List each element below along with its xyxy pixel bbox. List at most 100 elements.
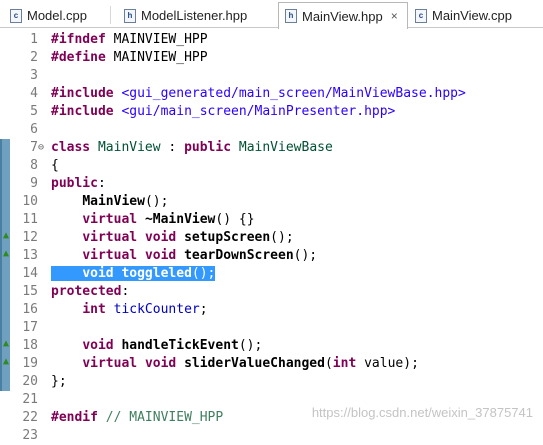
code-text: virtual void sliderValueChanged(int valu… xyxy=(82,356,419,371)
line-number: 17 xyxy=(22,320,38,335)
change-marker: ▲ xyxy=(0,229,10,247)
change-marker xyxy=(0,319,10,337)
change-marker xyxy=(0,301,10,319)
code-text: { xyxy=(51,158,59,173)
override-marker-icon: ▲ xyxy=(3,356,10,367)
code-editor[interactable]: 1 #ifndef MAINVIEW_HPP 2 #define MAINVIEW_H… xyxy=(0,28,543,443)
line-number: 19 xyxy=(22,356,38,371)
gutter xyxy=(0,427,10,445)
gutter xyxy=(0,121,10,139)
tab-label: MainView.hpp xyxy=(302,8,383,24)
line-number: 1 xyxy=(30,32,38,47)
tab-label: ModelListener.hpp xyxy=(141,8,248,23)
code-text: MainView(); xyxy=(82,194,169,209)
code-text: virtual void tearDownScreen(); xyxy=(82,248,318,263)
change-marker xyxy=(0,157,10,175)
change-marker: ▲ xyxy=(0,247,10,265)
code-line[interactable]: 9 public: xyxy=(0,175,543,193)
line-number: 18 xyxy=(22,338,38,353)
change-marker: ▲ xyxy=(0,337,10,355)
line-number: 8 xyxy=(30,158,38,173)
change-marker xyxy=(0,139,10,157)
code-line[interactable]: ▲ 13 virtual void tearDownScreen(); xyxy=(0,247,543,265)
editor-tab-bar: c Model.cpp h ModelListener.hpp h MainVi… xyxy=(0,0,543,29)
tab-modellistener-hpp[interactable]: h ModelListener.hpp xyxy=(124,3,247,28)
code-line[interactable]: 1 #ifndef MAINVIEW_HPP xyxy=(0,31,543,49)
line-number: 4 xyxy=(30,86,38,101)
code-line[interactable]: 10 MainView(); xyxy=(0,193,543,211)
gutter xyxy=(0,409,10,427)
line-number: 5 xyxy=(30,104,38,119)
code-text: public: xyxy=(51,176,106,191)
change-marker xyxy=(0,283,10,301)
code-text: }; xyxy=(51,374,67,389)
code-line[interactable]: 16 int tickCounter; xyxy=(0,301,543,319)
code-text: int tickCounter; xyxy=(82,302,208,317)
gutter xyxy=(0,67,10,85)
cpp-file-icon: c xyxy=(10,8,22,23)
code-line[interactable]: 15 protected: xyxy=(0,283,543,301)
code-line[interactable]: 11 virtual ~MainView() {} xyxy=(0,211,543,229)
line-number: 2 xyxy=(30,50,38,65)
override-marker-icon: ▲ xyxy=(3,230,10,241)
change-marker: ▲ xyxy=(0,355,10,373)
override-marker-icon: ▲ xyxy=(3,338,10,349)
code-line[interactable]: 2 #define MAINVIEW_HPP xyxy=(0,49,543,67)
gutter xyxy=(0,391,10,409)
code-line[interactable]: 7 ⊖ class MainView : public MainViewBase xyxy=(0,139,543,157)
code-line[interactable]: 6 xyxy=(0,121,543,139)
line-number: 15 xyxy=(22,284,38,299)
line-number: 6 xyxy=(30,122,38,137)
line-number: 21 xyxy=(22,392,38,407)
line-number: 7 xyxy=(30,140,38,155)
code-line[interactable]: 14 void toggleled(); xyxy=(0,265,543,283)
code-line[interactable]: 8{ xyxy=(0,157,543,175)
code-text: #define MAINVIEW_HPP xyxy=(51,50,208,65)
close-tab-icon[interactable]: × xyxy=(391,9,398,23)
code-text: virtual ~MainView() {} xyxy=(82,212,255,227)
change-marker xyxy=(0,175,10,193)
header-file-icon: h xyxy=(285,9,297,23)
code-text: void handleTickEvent(); xyxy=(82,338,263,353)
line-number: 20 xyxy=(22,374,38,389)
watermark-text: https://blog.csdn.net/weixin_37875741 xyxy=(311,405,533,420)
tab-mainview-hpp[interactable]: h MainView.hpp × xyxy=(278,2,408,29)
gutter xyxy=(0,85,10,103)
tab-mainview-cpp[interactable]: c MainView.cpp xyxy=(415,3,512,28)
gutter xyxy=(0,49,10,67)
tab-label: Model.cpp xyxy=(27,8,87,23)
tab-model-cpp[interactable]: c Model.cpp xyxy=(10,3,87,28)
line-number: 11 xyxy=(22,212,38,227)
line-number: 14 xyxy=(22,266,38,281)
code-line[interactable]: 4 #include <gui_generated/main_screen/Mai… xyxy=(0,85,543,103)
code-line[interactable]: 20}; xyxy=(0,373,543,391)
code-line[interactable]: 5 #include <gui/main_screen/MainPresenter… xyxy=(0,103,543,121)
line-number: 16 xyxy=(22,302,38,317)
code-line[interactable]: 23 xyxy=(0,427,543,445)
code-text: class MainView : public MainViewBase xyxy=(51,140,333,155)
line-number: 12 xyxy=(22,230,38,245)
line-number: 9 xyxy=(30,176,38,191)
line-number: 23 xyxy=(22,428,38,443)
line-number: 3 xyxy=(30,68,38,83)
code-line[interactable]: ▲ 18 void handleTickEvent(); xyxy=(0,337,543,355)
change-marker xyxy=(0,265,10,283)
tab-label: MainView.cpp xyxy=(432,8,512,23)
line-number: 22 xyxy=(22,410,38,425)
change-marker xyxy=(0,211,10,229)
line-number: 13 xyxy=(22,248,38,263)
code-text: #include <gui/main_screen/MainPresenter.… xyxy=(51,104,396,119)
code-text: protected: xyxy=(51,284,130,299)
header-file-icon: h xyxy=(124,8,136,23)
code-line[interactable]: 17 xyxy=(0,319,543,337)
code-line[interactable]: ▲ 12 virtual void setupScreen(); xyxy=(0,229,543,247)
gutter xyxy=(0,31,10,49)
fold-toggle-icon[interactable]: ⊖ xyxy=(38,139,44,157)
gutter xyxy=(0,103,10,121)
code-line[interactable]: ▲ 19 virtual void sliderValueChanged(int … xyxy=(0,355,543,373)
change-marker xyxy=(0,193,10,211)
tab-divider xyxy=(110,6,111,24)
code-text: #ifndef MAINVIEW_HPP xyxy=(51,32,208,47)
code-text: #include <gui_generated/main_screen/Main… xyxy=(51,86,466,101)
code-line[interactable]: 3 xyxy=(0,67,543,85)
